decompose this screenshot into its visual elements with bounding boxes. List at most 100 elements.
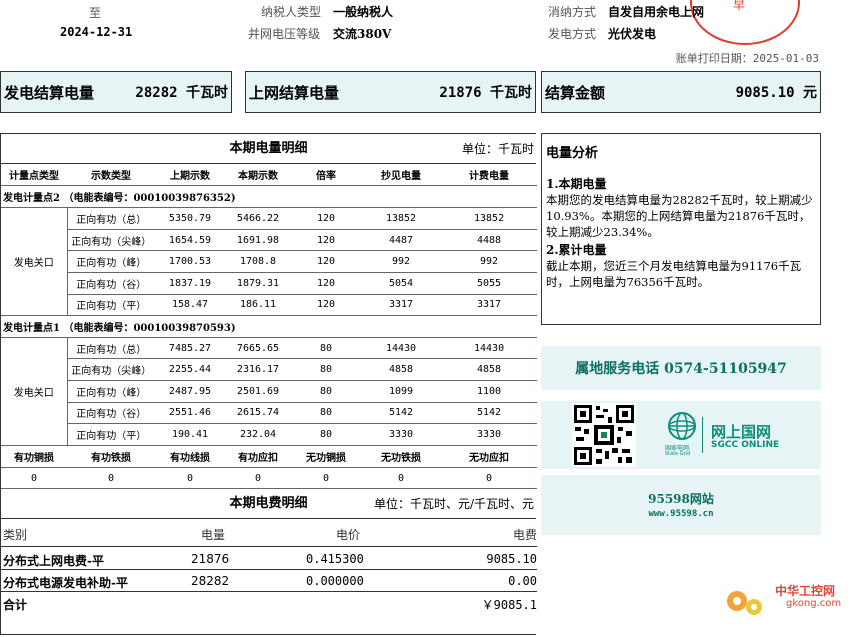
loss-value: 0 (1, 467, 67, 490)
table-cell: 1879.31 (225, 272, 291, 295)
fee-table: 类别 电量 电价 电费 分布式上网电费-平 21876 0.415300 908… (1, 519, 537, 614)
divider (702, 417, 703, 453)
analysis-panel: 电量分析 1.本期电量 本期您的发电结算电量为28282千瓦时，较上期减少10.… (541, 133, 821, 325)
table-cell: 3317 (441, 294, 538, 317)
table-cell: 5142 (441, 402, 538, 425)
consumption-value: 自发自用余电上网 (608, 5, 705, 19)
table-row: 正向有功（谷） 1837.19 1879.31 120 5054 5055 (1, 272, 538, 295)
detail-panel: 本期电量明细 单位：千瓦时 计量点类型 示数类型 上期示数 本期示数 倍率 抄见… (0, 133, 538, 635)
loss-value: 0 (67, 467, 155, 490)
site-url[interactable]: www.95598.cn (541, 509, 821, 519)
meter-body: 发电计量点2 （电能表编号：00010039876352) 发电关口 正向有功（总）… (1, 186, 538, 446)
table-cell: 1654.59 (155, 229, 225, 252)
summary-label: 发电结算电量 (4, 83, 95, 102)
table-cell: 2255.44 (155, 358, 225, 381)
fee-row: 分布式上网电费-平 21876 0.415300 9085.10 (1, 549, 537, 571)
table-cell: 3317 (361, 294, 441, 317)
table-cell: 正向有功（峰） (67, 380, 155, 403)
site-tile: 95598网站 www.95598.cn (541, 475, 821, 535)
gear-icon (727, 591, 762, 615)
table-row: 正向有功（平） 158.47 186.11 120 3317 3317 (1, 294, 538, 317)
period-end-date: 2024-12-31 (60, 25, 133, 39)
table-cell: 80 (291, 358, 361, 381)
table-cell: 4858 (441, 358, 538, 381)
table-cell: 正向有功（峰） (67, 250, 155, 273)
table-cell: 正向有功（平） (67, 294, 155, 317)
table-row: 正向有功（峰） 2487.95 2501.69 80 1099 1100 (1, 380, 538, 403)
loss-value: 0 (441, 467, 537, 490)
service-phone-tile: 属地服务电话 0574-51105947 (541, 346, 821, 390)
table-cell: 正向有功（平） (67, 423, 155, 446)
table-cell: 2487.95 (155, 380, 225, 403)
table-cell: 5466.22 (225, 207, 291, 230)
detail-unit: 单位：千瓦时 (461, 142, 534, 156)
table-cell: 7665.65 (225, 337, 291, 360)
fee-total-value: ￥9085.1 (481, 598, 537, 613)
table-cell: 190.41 (155, 423, 225, 446)
table-cell: 2551.46 (155, 402, 225, 425)
fee-row: 分布式电源发电补助-平 28282 0.000000 0.00 (1, 571, 537, 593)
fee-price: 0.000000 (306, 574, 364, 589)
meter-type-cell: 发电关口 (1, 337, 68, 446)
taxpayer-type-value: 一般纳税人 (333, 5, 394, 19)
loss-value: 0 (155, 467, 225, 490)
detail-title: 本期电量明细 单位：千瓦时 (1, 134, 536, 164)
meter-type-cell: 发电关口 (1, 207, 68, 317)
print-date: 账单打印日期：2025-01-03 (675, 52, 819, 65)
analysis-title: 电量分析 (546, 146, 599, 161)
table-cell: 992 (361, 250, 441, 273)
fee-title: 本期电费明细 单位：千瓦时、元/千瓦时、元 (1, 489, 536, 520)
table-cell: 正向有功（谷） (67, 272, 155, 295)
loss-value: 0 (361, 467, 441, 490)
fee-header: 电价 (336, 528, 361, 543)
fee-header: 电量 (201, 528, 226, 543)
table-cell: 14430 (361, 337, 441, 360)
meter-point-title-row: 发电计量点2 （电能表编号：00010039876352) (1, 186, 538, 209)
sgcc-online-cn: 网上国网 (711, 423, 772, 441)
loss-header-row: 有功铜损 有功铁损 有功线损 有功应扣 无功铜损 无功铁损 无功应扣 (1, 445, 537, 468)
column-header: 计量点类型 (1, 164, 67, 187)
fee-amount: 0.00 (508, 574, 537, 589)
voltage-value: 交流380V (333, 27, 392, 41)
watermark-cn: 中华工控网 (775, 584, 836, 598)
summary-amount-box: 结算金额 9085.10 元 (541, 71, 821, 113)
table-cell: 3330 (361, 423, 441, 446)
loss-table: 有功铜损 有功铁损 有功线损 有功应扣 无功铜损 无功铁损 无功应扣 0000000 (1, 445, 537, 490)
column-header: 上期示数 (155, 164, 225, 187)
voltage-label: 并网电压等级 (248, 27, 321, 41)
summary-value: 9085.10 元 (735, 85, 817, 101)
fee-quantity: 28282 (191, 574, 230, 589)
table-cell: 158.47 (155, 294, 225, 317)
loss-header: 有功铜损 (1, 445, 67, 468)
service-phone[interactable]: 属地服务电话 0574-51105947 (575, 358, 787, 378)
site-name: 95598网站 (648, 492, 714, 506)
table-cell: 7485.27 (155, 337, 225, 360)
fee-total-row: 合计 ￥9085.1 (1, 593, 537, 614)
table-cell: 5350.79 (155, 207, 225, 230)
table-cell: 1099 (361, 380, 441, 403)
table-cell: 232.04 (225, 423, 291, 446)
table-cell: 1708.8 (225, 250, 291, 273)
analysis-section-text: 截止本期，您近三个月发电结算电量为91176千瓦时，上网电量为76356千瓦时。 (546, 259, 802, 289)
loss-header: 有功应扣 (225, 445, 291, 468)
qr-code-icon[interactable] (572, 403, 636, 467)
meter-table: 计量点类型 示数类型 上期示数 本期示数 倍率 抄见电量 计费电量 (1, 164, 537, 187)
summary-grid-box: 上网结算电量 21876 千瓦时 (245, 71, 536, 113)
column-header: 计费电量 (441, 164, 537, 187)
table-cell: 正向有功（尖峰） (67, 358, 155, 381)
stamp-text: 早 (733, 0, 746, 12)
meter-point-title-row: 发电计量点1 （电能表编号：00010039870593) (1, 315, 538, 338)
table-row: 正向有功（尖峰） 2255.44 2316.17 80 4858 4858 (1, 358, 538, 381)
table-cell: 5054 (361, 272, 441, 295)
sgcc-online-tile: 国家电网 State Grid 网上国网 SGCC ONLINE (541, 401, 821, 469)
table-row: 发电关口 正向有功（总） 5350.79 5466.22 120 13852 13852 (1, 207, 538, 317)
generation-label: 发电方式 (548, 27, 597, 41)
table-cell: 120 (291, 294, 361, 317)
summary-label: 上网结算电量 (249, 83, 340, 102)
table-cell: 186.11 (225, 294, 291, 317)
table-cell: 14430 (441, 337, 538, 360)
generation-value: 光伏发电 (608, 27, 657, 41)
table-cell: 1100 (441, 380, 538, 403)
table-cell: 正向有功（谷） (67, 402, 155, 425)
sgcc-online-en: SGCC ONLINE (711, 440, 780, 450)
